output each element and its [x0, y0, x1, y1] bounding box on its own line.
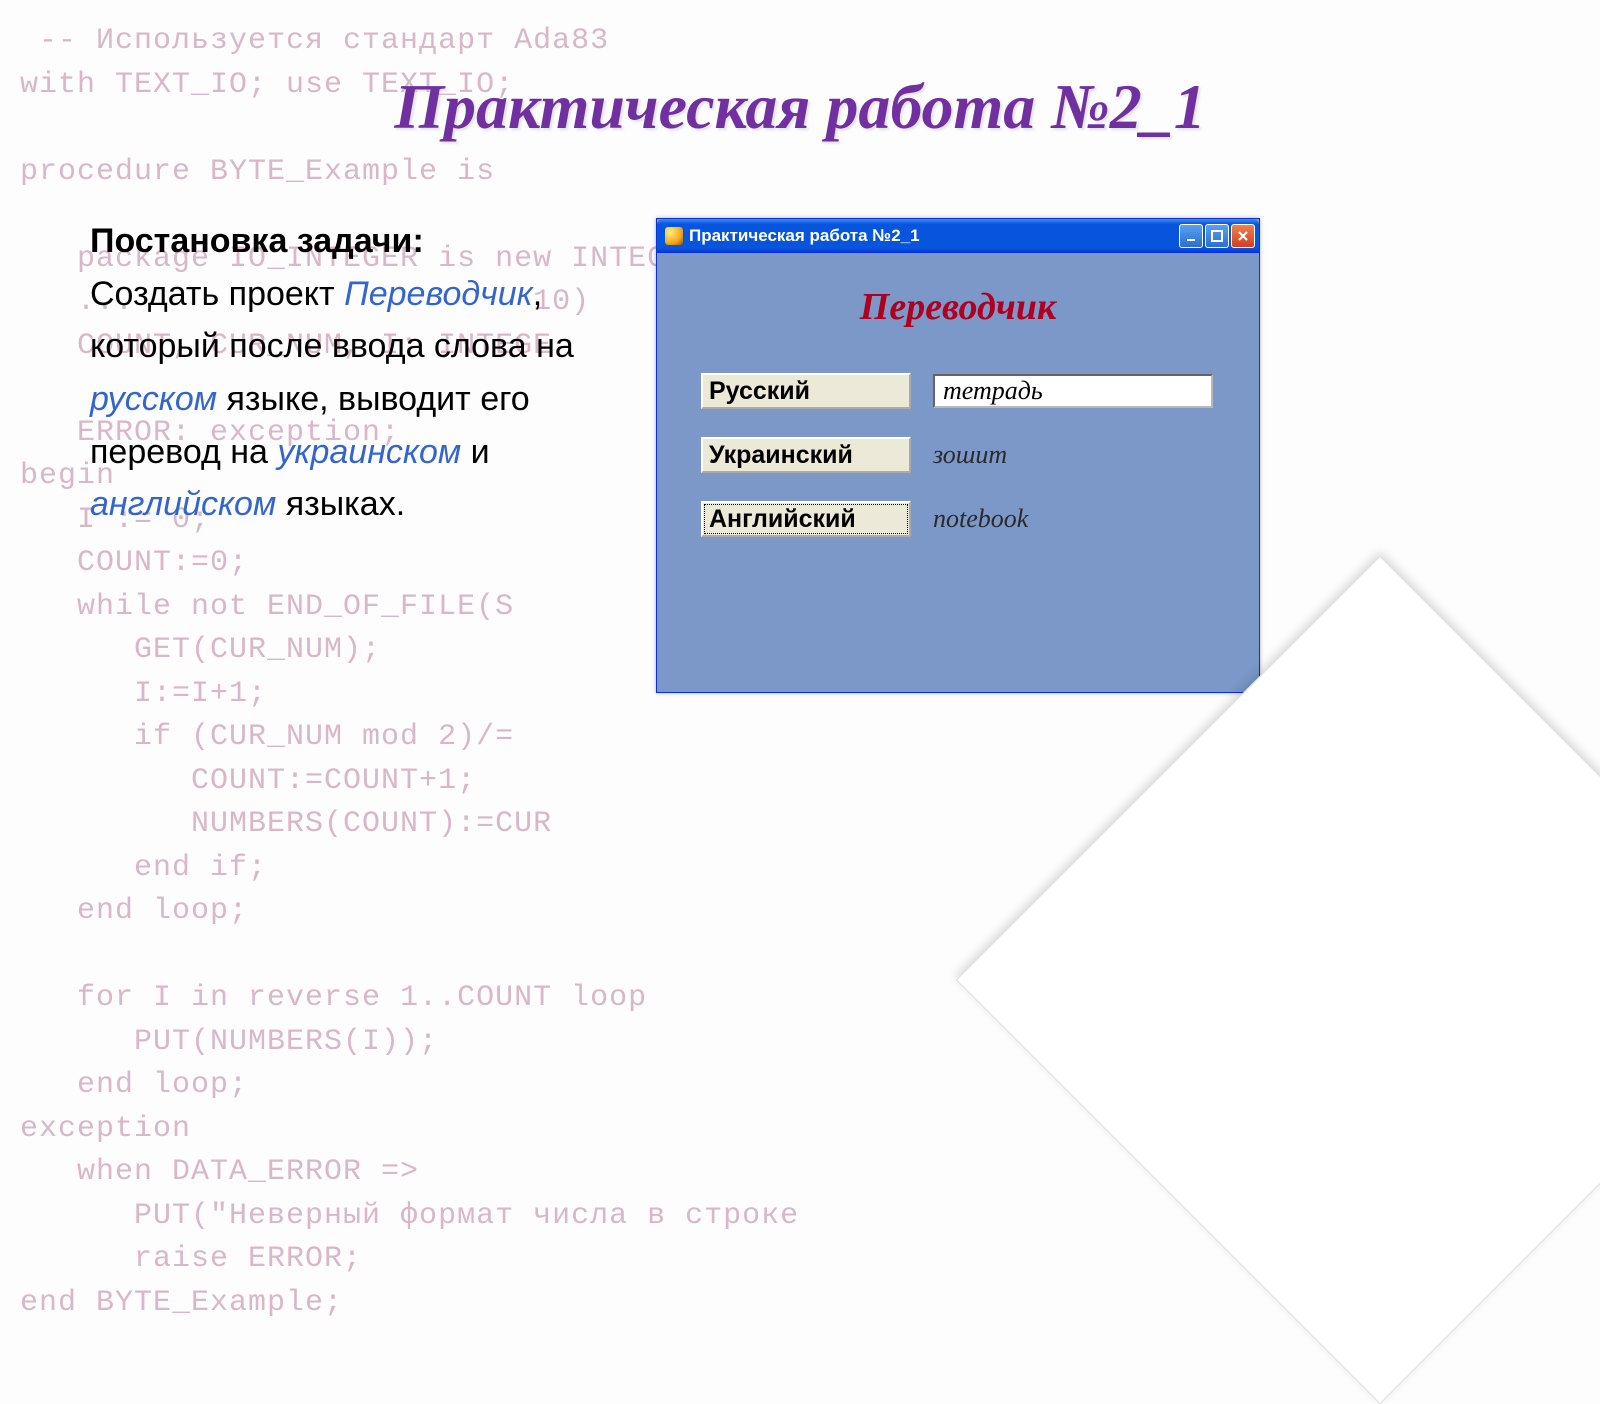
russian-button[interactable]: Русский [701, 373, 911, 409]
close-button[interactable] [1231, 224, 1255, 248]
task-text-5: языках. [276, 485, 405, 523]
window-buttons [1179, 224, 1255, 248]
task-italic-ukrainian: украинском [277, 433, 461, 471]
row-english: Английский notebook [661, 487, 1255, 551]
english-output: notebook [933, 504, 1028, 534]
task-text-4: и [461, 433, 489, 471]
task-description: Постановка задачи: Создать проект Перево… [90, 215, 630, 531]
russian-input[interactable]: тетрадь [933, 374, 1213, 408]
maximize-button[interactable] [1205, 224, 1229, 248]
translator-window: Практическая работа №2_1 Переводчик Русс… [656, 218, 1260, 693]
ukrainian-button[interactable]: Украинский [701, 437, 911, 473]
ukrainian-output: зошит [933, 440, 1007, 470]
task-heading: Постановка задачи: [90, 222, 424, 260]
window-titlebar[interactable]: Практическая работа №2_1 [657, 219, 1259, 253]
app-heading: Переводчик [661, 285, 1255, 329]
delphi-app-icon [665, 227, 683, 245]
task-italic-english: английском [90, 485, 276, 523]
minimize-button[interactable] [1179, 224, 1203, 248]
task-text-1: Создать проект [90, 275, 344, 313]
row-ukrainian: Украинский зошит [661, 423, 1255, 487]
row-russian: Русский тетрадь [661, 359, 1255, 423]
slide-title: Практическая работа №2_1 [0, 0, 1600, 144]
task-italic-russian: русском [90, 380, 217, 418]
english-button[interactable]: Английский [701, 501, 911, 537]
window-client-area: Переводчик Русский тетрадь Украинский зо… [661, 253, 1255, 688]
window-title: Практическая работа №2_1 [689, 226, 1179, 246]
task-italic-project: Переводчик [344, 275, 533, 313]
